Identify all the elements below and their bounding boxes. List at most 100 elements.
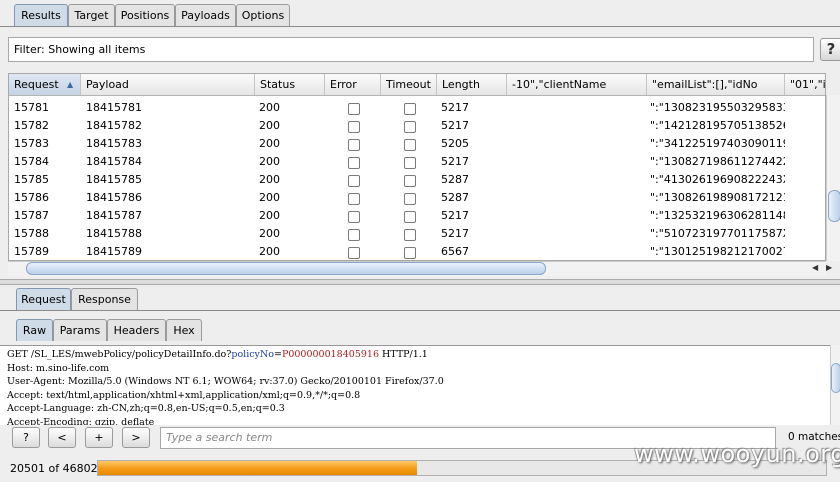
column-label: Request (14, 78, 59, 91)
help-button[interactable]: ? (12, 427, 40, 448)
header-line: User-Agent: Mozilla/5.0 (Windows NT 6.1;… (7, 376, 444, 387)
status-cell: 200 (259, 191, 280, 204)
error-checkbox[interactable] (348, 139, 360, 151)
tab-raw[interactable]: Raw (16, 319, 53, 341)
sort-ascending-icon: ▲ (67, 80, 74, 89)
column-header-status[interactable]: Status (255, 74, 325, 95)
status-cell: 200 (259, 209, 280, 222)
error-checkbox[interactable] (348, 229, 360, 241)
error-checkbox[interactable] (348, 211, 360, 223)
column-header-payload[interactable]: Payload (81, 74, 255, 95)
error-checkbox[interactable] (348, 121, 360, 133)
length-cell: 5287 (441, 191, 469, 204)
timeout-checkbox[interactable] (404, 157, 416, 169)
request-cell: 15789 (14, 245, 49, 258)
length-cell: 5205 (441, 137, 469, 150)
add-button[interactable]: + (85, 427, 113, 448)
watermark: www.wooyun.org (634, 440, 840, 468)
request-editor[interactable]: GET /SL_LES/mwebPolicy/policyDetailInfo.… (0, 345, 830, 425)
length-cell: 5217 (441, 119, 469, 132)
payload-cell: 18415784 (86, 155, 142, 168)
table-row[interactable]: 15786 18415786 200 5287 ":"1308261989081… (9, 189, 825, 207)
length-cell: 5217 (441, 101, 469, 114)
editor-vertical-scrollbar[interactable] (830, 345, 840, 425)
scroll-right-icon[interactable]: ▶ (826, 263, 832, 272)
tab-positions[interactable]: Positions (115, 4, 175, 26)
column-header-clientname[interactable]: -10","clientName (507, 74, 647, 95)
tab-headers[interactable]: Headers (107, 319, 166, 341)
timeout-checkbox[interactable] (404, 139, 416, 151)
header-line: Host: m.sino-life.com (7, 362, 110, 374)
header-line: Accept: text/html,application/xhtml+xml,… (7, 389, 361, 401)
table-row[interactable]: 15781 18415781 200 5217 ":"1308231955032… (9, 99, 825, 117)
scroll-thumb[interactable] (26, 262, 546, 275)
error-checkbox[interactable] (348, 175, 360, 187)
timeout-checkbox[interactable] (404, 175, 416, 187)
tab-response[interactable]: Response (71, 288, 138, 310)
idno-cell: ":"341225197403090119"," (650, 137, 785, 150)
column-header-timeout[interactable]: Timeout (381, 74, 437, 95)
table-row[interactable]: 15788 18415788 200 5217 ":"5107231977011… (9, 225, 825, 243)
filter-bar[interactable]: Filter: Showing all items (8, 37, 814, 62)
column-header-error[interactable]: Error (325, 74, 381, 95)
table-row[interactable]: 15784 18415784 200 5217 ":"1308271986112… (9, 153, 825, 171)
timeout-checkbox[interactable] (404, 211, 416, 223)
header-line: Accept-Language: zh-CN,zh;q=0.8,en-US;q=… (7, 403, 285, 414)
table-vertical-scrollbar[interactable] (826, 95, 840, 261)
status-cell: 200 (259, 119, 280, 132)
tab-hex[interactable]: Hex (166, 319, 202, 341)
payload-cell: 18415781 (86, 101, 142, 114)
column-header-idno[interactable]: "emailList":[],"idNo (647, 74, 785, 95)
previous-button[interactable]: < (48, 427, 76, 448)
idno-cell: ":"142128195705138526"," (650, 119, 785, 132)
table-row[interactable]: 15785 18415785 200 5287 ":"4130261969082… (9, 171, 825, 189)
timeout-checkbox[interactable] (404, 247, 416, 259)
column-header-request[interactable]: Request ▲ (9, 74, 81, 95)
scroll-left-icon[interactable]: ◀ (812, 263, 818, 272)
status-cell: 200 (259, 245, 280, 258)
timeout-checkbox[interactable] (404, 193, 416, 205)
request-cell: 15787 (14, 209, 49, 222)
request-cell: 15782 (14, 119, 49, 132)
scroll-thumb[interactable] (828, 190, 840, 222)
idno-cell: ":"51072319770117587X... (650, 227, 785, 240)
request-cell: 15785 (14, 173, 49, 186)
payload-cell: 18415783 (86, 137, 142, 150)
tab-target[interactable]: Target (68, 4, 115, 26)
table-row[interactable]: 15782 18415782 200 5217 ":"1421281957051… (9, 117, 825, 135)
tab-payloads[interactable]: Payloads (175, 4, 236, 26)
request-cell: 15788 (14, 227, 49, 240)
timeout-checkbox[interactable] (404, 103, 416, 115)
error-checkbox[interactable] (348, 247, 360, 259)
tab-request[interactable]: Request (16, 288, 71, 310)
tab-results[interactable]: Results (14, 4, 68, 26)
results-table: Request ▲ Payload Status Error Timeout L… (8, 73, 826, 261)
help-button[interactable]: ? (820, 38, 840, 61)
next-button[interactable]: > (122, 427, 150, 448)
column-header-id[interactable]: "01","id (785, 74, 825, 95)
payload-cell: 18415785 (86, 173, 142, 186)
idno-cell: ":"130823195503295833"," (650, 101, 785, 114)
table-row[interactable]: 15783 18415783 200 5205 ":"3412251974030… (9, 135, 825, 153)
timeout-checkbox[interactable] (404, 229, 416, 241)
error-checkbox[interactable] (348, 103, 360, 115)
request-cell: 15784 (14, 155, 49, 168)
error-checkbox[interactable] (348, 193, 360, 205)
idno-cell: ":"130827198611274422"," (650, 155, 785, 168)
error-checkbox[interactable] (348, 157, 360, 169)
tab-options[interactable]: Options (236, 4, 290, 26)
request-cell: 15783 (14, 137, 49, 150)
tab-params[interactable]: Params (53, 319, 107, 341)
scroll-thumb[interactable] (831, 363, 840, 393)
progress-fill (98, 461, 417, 475)
table-row[interactable]: 15787 18415787 200 5217 ":"1325321963062… (9, 207, 825, 225)
pane-splitter[interactable] (0, 279, 840, 285)
length-cell: 5217 (441, 209, 469, 222)
timeout-checkbox[interactable] (404, 121, 416, 133)
payload-cell: 18415786 (86, 191, 142, 204)
table-horizontal-scrollbar[interactable]: ◀ ▶ (8, 261, 832, 276)
payload-cell: 18415788 (86, 227, 142, 240)
column-header-length[interactable]: Length (437, 74, 507, 95)
table-row[interactable]: 15789 18415789 200 6567 ":"1301251982121… (9, 243, 825, 260)
status-cell: 200 (259, 137, 280, 150)
